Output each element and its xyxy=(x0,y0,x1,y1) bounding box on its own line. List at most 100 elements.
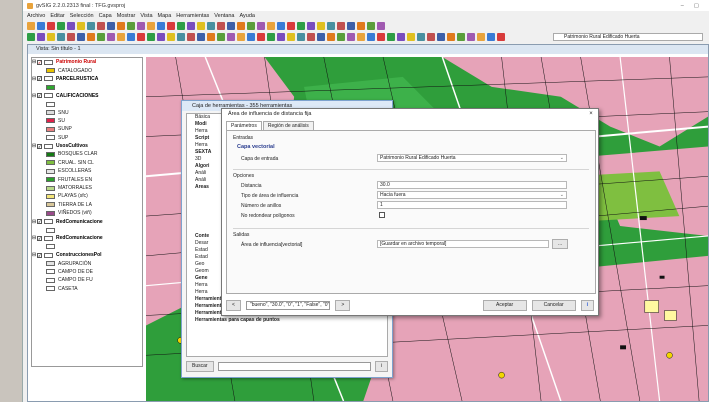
toolbar-tool-icon[interactable] xyxy=(47,32,55,41)
toolbar-tool-icon[interactable] xyxy=(137,32,145,41)
toolbar-tool-icon[interactable] xyxy=(457,32,465,41)
toolbar-tool-icon[interactable] xyxy=(207,32,215,41)
toolbar-tool-icon[interactable] xyxy=(37,32,45,41)
toolbar-tool-icon[interactable] xyxy=(87,21,95,30)
toolbar-tool-icon[interactable] xyxy=(317,32,325,41)
toolbar-tool-icon[interactable] xyxy=(97,21,105,30)
search-button[interactable]: Buscar xyxy=(186,360,214,372)
toolbar-tool-icon[interactable] xyxy=(337,32,345,41)
maximize-button[interactable]: ▢ xyxy=(694,3,699,9)
help-button[interactable]: i xyxy=(580,299,594,311)
toolbar-tool-icon[interactable] xyxy=(417,32,425,41)
menu-archivo[interactable]: Archivo xyxy=(27,13,45,19)
toolbar-tool-icon[interactable] xyxy=(67,32,75,41)
nav-left-button[interactable]: < xyxy=(226,299,241,311)
toc-layer[interactable]: ⊟ ✓ ConstruccionesPol xyxy=(32,251,142,259)
toolbar-tool-icon[interactable] xyxy=(317,21,325,30)
no-round-checkbox[interactable] xyxy=(379,212,385,218)
toc-layer[interactable]: ⊟ ✓ CALIFICACIONES xyxy=(32,92,142,100)
visibility-checkbox[interactable]: ✓ xyxy=(37,219,42,225)
toolbar-tool-icon[interactable] xyxy=(97,32,105,41)
toolbar-tool-icon[interactable] xyxy=(77,21,85,30)
toolbar-tool-icon[interactable] xyxy=(367,32,375,41)
menu-herramientas[interactable]: Herramientas xyxy=(176,13,209,19)
cancel-button[interactable]: Cancelar xyxy=(531,299,576,311)
visibility-checkbox[interactable]: ✓ xyxy=(37,93,42,99)
menu-seleccion[interactable]: Selección xyxy=(70,13,94,19)
toolbar-tool-icon[interactable] xyxy=(397,32,405,41)
toolbar-tool-icon[interactable] xyxy=(57,32,65,41)
toc-layer[interactable]: ⊟ ✓ PARCELRUSTICA xyxy=(32,75,142,83)
info-button[interactable]: i xyxy=(374,360,388,372)
toolbar-tool-icon[interactable] xyxy=(277,32,285,41)
toolbar-tool-icon[interactable] xyxy=(487,32,495,41)
toolbar-tool-icon[interactable] xyxy=(237,32,245,41)
toolbar-tool-icon[interactable] xyxy=(407,32,415,41)
toolbar-tool-icon[interactable] xyxy=(117,32,125,41)
tab-region-analisis[interactable]: Región de análisis xyxy=(262,121,314,130)
toolbar-tool-icon[interactable] xyxy=(77,32,85,41)
toolbar-tool-icon[interactable] xyxy=(227,21,235,30)
toolbar-tool-icon[interactable] xyxy=(267,21,275,30)
toolbar-tool-icon[interactable] xyxy=(117,21,125,30)
toolbar-tool-icon[interactable] xyxy=(107,32,115,41)
toolbar-tool-icon[interactable] xyxy=(497,32,505,41)
toolbar-tool-icon[interactable] xyxy=(217,21,225,30)
visibility-checkbox[interactable]: ✓ xyxy=(37,143,42,149)
menu-capa[interactable]: Capa xyxy=(99,13,112,19)
influence-type-select[interactable]: Hacia fuera ⌄ xyxy=(377,191,567,199)
toolbar-tool-icon[interactable] xyxy=(327,21,335,30)
output-path-input[interactable]: [Guardar en archivo temporal] xyxy=(377,240,549,248)
toolbar-tool-icon[interactable] xyxy=(127,32,135,41)
menu-mapa[interactable]: Mapa xyxy=(158,13,172,19)
menu-mostrar[interactable]: Mostrar xyxy=(117,13,136,19)
toolbar-tool-icon[interactable] xyxy=(257,32,265,41)
toolbar-tool-icon[interactable] xyxy=(107,21,115,30)
toolbar-tool-icon[interactable] xyxy=(47,21,55,30)
toolbar-tool-icon[interactable] xyxy=(237,21,245,30)
toolbar-tool-icon[interactable] xyxy=(277,21,285,30)
toolbar-tool-icon[interactable] xyxy=(37,21,45,30)
toolbar-tool-icon[interactable] xyxy=(177,21,185,30)
toolbar-tool-icon[interactable] xyxy=(177,32,185,41)
toolbar-tool-icon[interactable] xyxy=(217,32,225,41)
toolbar-tool-icon[interactable] xyxy=(207,21,215,30)
search-input[interactable] xyxy=(217,361,371,371)
input-layer-select[interactable]: Patrimonio Rural Edificado Huerta ⌄ xyxy=(377,154,567,162)
toolbar-tool-icon[interactable] xyxy=(27,32,35,41)
toolbar-tool-icon[interactable] xyxy=(467,32,475,41)
nav-right-button[interactable]: > xyxy=(335,299,351,311)
toc-layer[interactable]: ⊟ ✓ RedComunicacione xyxy=(32,217,142,225)
toolbar-tool-icon[interactable] xyxy=(337,21,345,30)
menu-ayuda[interactable]: Ayuda xyxy=(239,13,255,19)
toolbar-tool-icon[interactable] xyxy=(347,32,355,41)
visibility-checkbox[interactable]: ✓ xyxy=(37,235,42,241)
toolbar-tool-icon[interactable] xyxy=(297,32,305,41)
close-icon[interactable]: × xyxy=(584,109,598,119)
toolbar-tool-icon[interactable] xyxy=(137,21,145,30)
toolbar-tool-icon[interactable] xyxy=(307,32,315,41)
toolbar-tool-icon[interactable] xyxy=(367,21,375,30)
toc-layer[interactable]: ⊟ ✓ RedComunicacione xyxy=(32,234,142,242)
toolbar-tool-icon[interactable] xyxy=(357,32,365,41)
toolbar-tool-icon[interactable] xyxy=(147,21,155,30)
toolbar-tool-icon[interactable] xyxy=(477,32,485,41)
toolbar-tool-icon[interactable] xyxy=(187,32,195,41)
menu-ventana[interactable]: Ventana xyxy=(214,13,234,19)
toolbar-tool-icon[interactable] xyxy=(197,32,205,41)
toolbar-tool-icon[interactable] xyxy=(67,21,75,30)
toolbar-tool-icon[interactable] xyxy=(257,21,265,30)
toolbar-tool-icon[interactable] xyxy=(427,32,435,41)
toolbar-tool-icon[interactable] xyxy=(157,21,165,30)
toolbar-tool-icon[interactable] xyxy=(127,21,135,30)
toolbar-tool-icon[interactable] xyxy=(87,32,95,41)
minimize-button[interactable]: – xyxy=(681,3,684,9)
toolbar-tool-icon[interactable] xyxy=(167,32,175,41)
toolbar-tool-icon[interactable] xyxy=(437,32,445,41)
menu-vista[interactable]: Vista xyxy=(140,13,152,19)
toolbar-tool-icon[interactable] xyxy=(287,32,295,41)
visibility-checkbox[interactable]: ✓ xyxy=(37,59,42,65)
toolbar-tool-icon[interactable] xyxy=(247,32,255,41)
toolbar-tool-icon[interactable] xyxy=(447,32,455,41)
toc-layer[interactable]: ⊟ ✓ Patrimonio Rural xyxy=(32,58,142,66)
